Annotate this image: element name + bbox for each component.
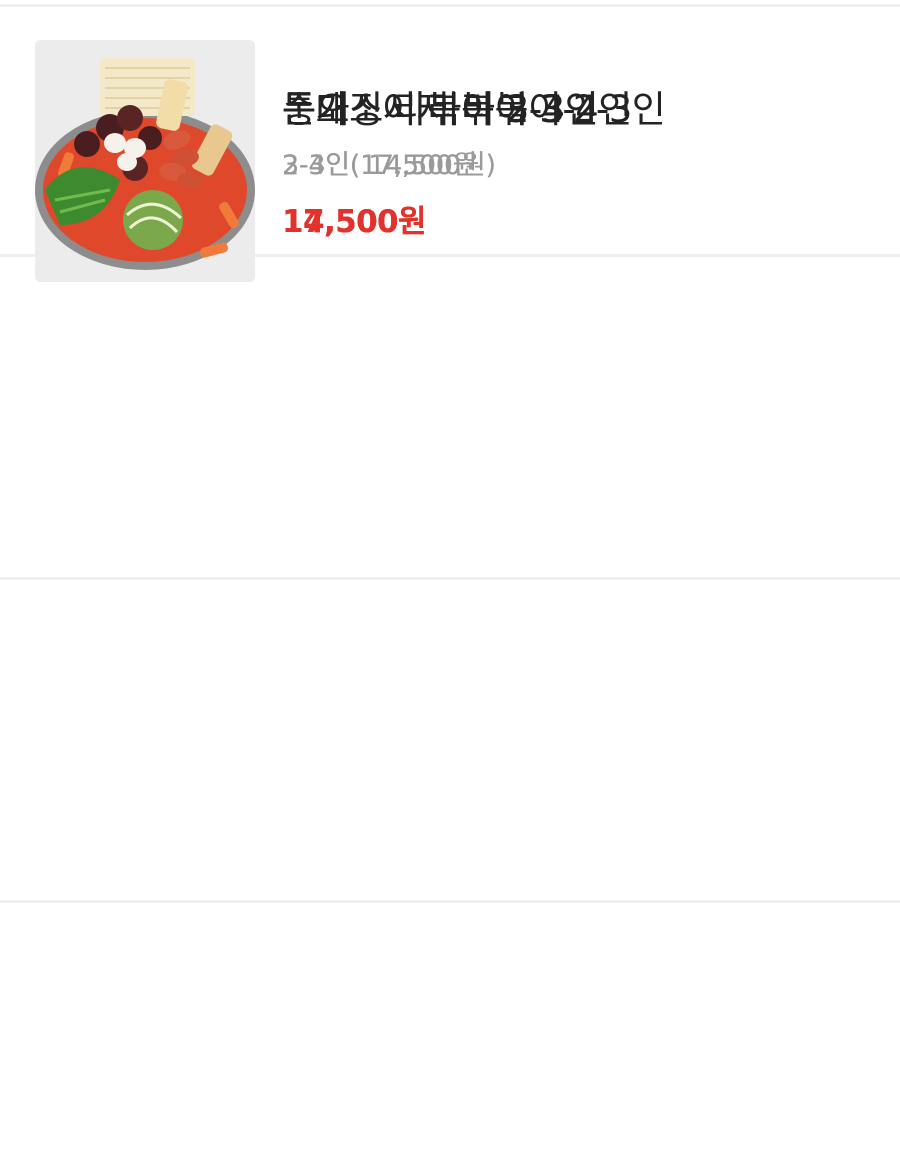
divider [0, 577, 900, 580]
divider [0, 900, 900, 903]
sundae-sausage-rabokki-photo-icon [35, 40, 255, 282]
menu-item-info: 순대소시지 라볶이 2-3인 2-3인( 14,500원) 14,500원 [282, 88, 882, 241]
menu-item-sundae-sausage-rabokki-2-3[interactable]: 순대소시지 라볶이 2-3인 2-3인( 14,500원) 14,500원 [0, 0, 900, 322]
menu-item-name: 순대소시지 라볶이 2-3인 [282, 88, 666, 131]
menu-list: 통오징어 라볶이 3-4인 3-4인(17,500원 17,500원 돈가스 라… [0, 0, 900, 1164]
menu-item-price: 14,500원 [282, 204, 427, 240]
menu-item-description: 2-3인( 14,500원) [282, 150, 496, 181]
menu-item-photo [35, 40, 255, 282]
